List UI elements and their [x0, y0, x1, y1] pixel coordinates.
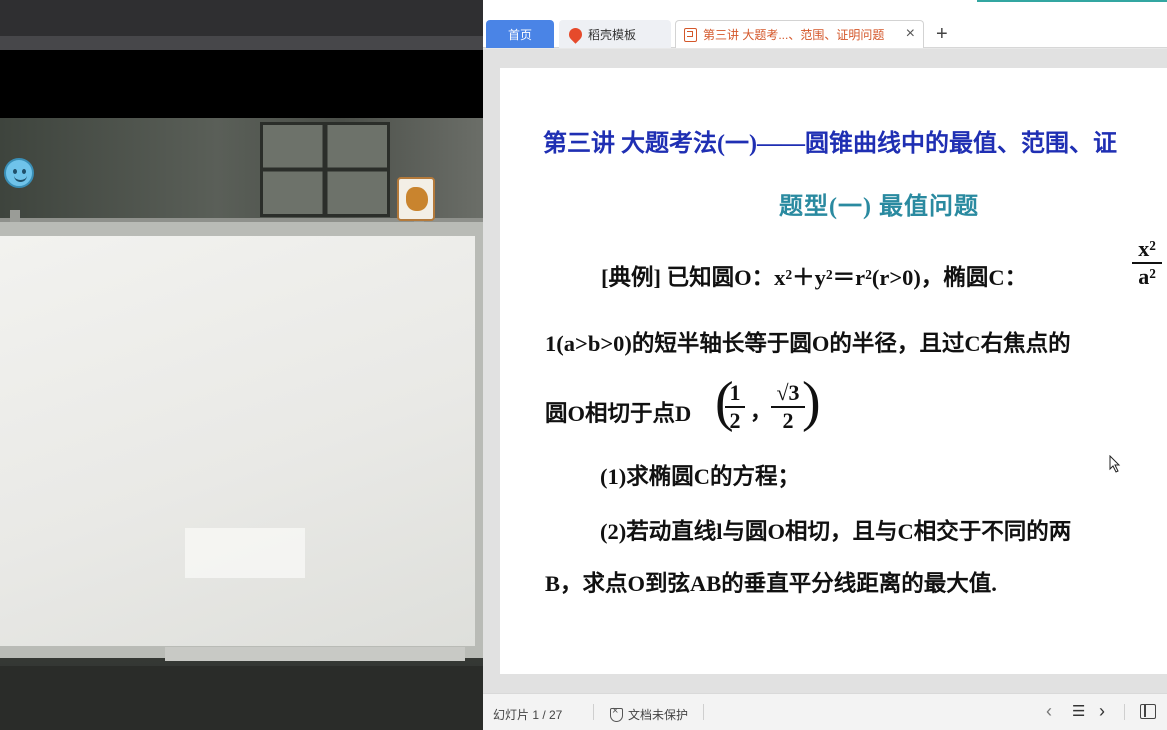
next-slide-button[interactable]: › [1099, 702, 1105, 720]
ellipse-denominator: a² [1138, 264, 1156, 289]
tab-templates-label: 稻壳模板 [588, 27, 637, 42]
point-y-denominator: 2 [782, 408, 794, 433]
shield-icon [610, 705, 623, 722]
smiley-sticker-icon [4, 158, 34, 188]
status-divider [703, 704, 704, 720]
presentation-file-icon [684, 27, 697, 42]
whiteboard [0, 236, 475, 646]
point-y-fraction: √3 2 [771, 380, 805, 434]
slide-stage: 第三讲 大题考法(一)——圆锥曲线中的最值、范围、证 题型(一) 最值问题 [典… [483, 49, 1167, 693]
ellipse-fraction: x² a² [1132, 236, 1162, 290]
presentation-app: 首页 稻壳模板 第三讲 大题考...、范围、证明问题 × + 第三讲 大题考法(… [483, 0, 1167, 730]
cartoon-sticker-icon [397, 177, 435, 221]
point-x-denominator: 2 [729, 408, 741, 433]
tab-document[interactable]: 第三讲 大题考...、范围、证明问题 × [675, 20, 924, 48]
slide-list-icon[interactable]: ☰ [1072, 703, 1085, 721]
previous-slide-button[interactable]: ‹ [1046, 702, 1052, 720]
normal-view-icon[interactable] [1140, 704, 1156, 719]
point-x-numerator: 1 [729, 380, 741, 405]
point-period: . [812, 394, 818, 419]
window [260, 122, 390, 217]
ellipse-numerator: x² [1138, 236, 1156, 261]
point-x-fraction: 1 2 [725, 380, 745, 434]
tab-home[interactable]: 首页 [486, 20, 554, 48]
question-2: (2)若动直线l与圆O相切，且与C相交于不同的两 [600, 519, 1072, 544]
board-clip [10, 210, 20, 222]
slide-counter: 幻灯片 1 / 27 [493, 708, 563, 722]
floor [0, 666, 483, 730]
paper-note [185, 528, 305, 578]
marker-tray [165, 647, 465, 661]
mouse-cursor-icon [1109, 455, 1121, 473]
question-1: (1)求椭圆C的方程； [600, 464, 800, 489]
point-y-numerator: √3 [776, 380, 800, 405]
status-divider [593, 704, 594, 720]
slide-canvas[interactable]: 第三讲 大题考法(一)——圆锥曲线中的最值、范围、证 题型(一) 最值问题 [典… [500, 68, 1167, 674]
protection-label: 文档未保护 [628, 708, 689, 722]
slide-subtitle: 题型(一) 最值问题 [779, 194, 979, 220]
video-topbar [0, 0, 483, 36]
new-tab-button[interactable]: + [936, 22, 948, 46]
problem-line-3: 圆O相切于点D [545, 401, 692, 426]
docer-logo-icon [566, 24, 585, 44]
tab-templates[interactable]: 稻壳模板 [559, 20, 671, 48]
document-protection-status[interactable]: 文档未保护 [610, 705, 689, 723]
camera-feed [0, 0, 483, 730]
slide-title: 第三讲 大题考法(一)——圆锥曲线中的最值、范围、证 [543, 131, 1117, 157]
tab-bar: 首页 稻壳模板 第三讲 大题考...、范围、证明问题 × + [483, 0, 1167, 48]
close-icon[interactable]: × [906, 26, 915, 42]
tabbar-accent [977, 0, 1167, 2]
status-bar: 幻灯片 1 / 27 文档未保护 ‹ ☰ › [483, 693, 1167, 730]
problem-line-1: [典例] 已知圆O：x²＋y²＝r²(r>0)，椭圆C： [601, 265, 1028, 290]
tab-document-label: 第三讲 大题考...、范围、证明问题 [703, 28, 885, 42]
video-strip [0, 36, 483, 50]
problem-line-2: 1(a>b>0)的短半轴长等于圆O的半径，且过C右焦点的 [545, 331, 1071, 356]
status-divider [1124, 704, 1125, 720]
question-2-continued: B，求点O到弦AB的垂直平分线距离的最大值. [545, 571, 997, 596]
point-comma: ， [750, 399, 773, 424]
tab-home-label: 首页 [507, 27, 532, 42]
